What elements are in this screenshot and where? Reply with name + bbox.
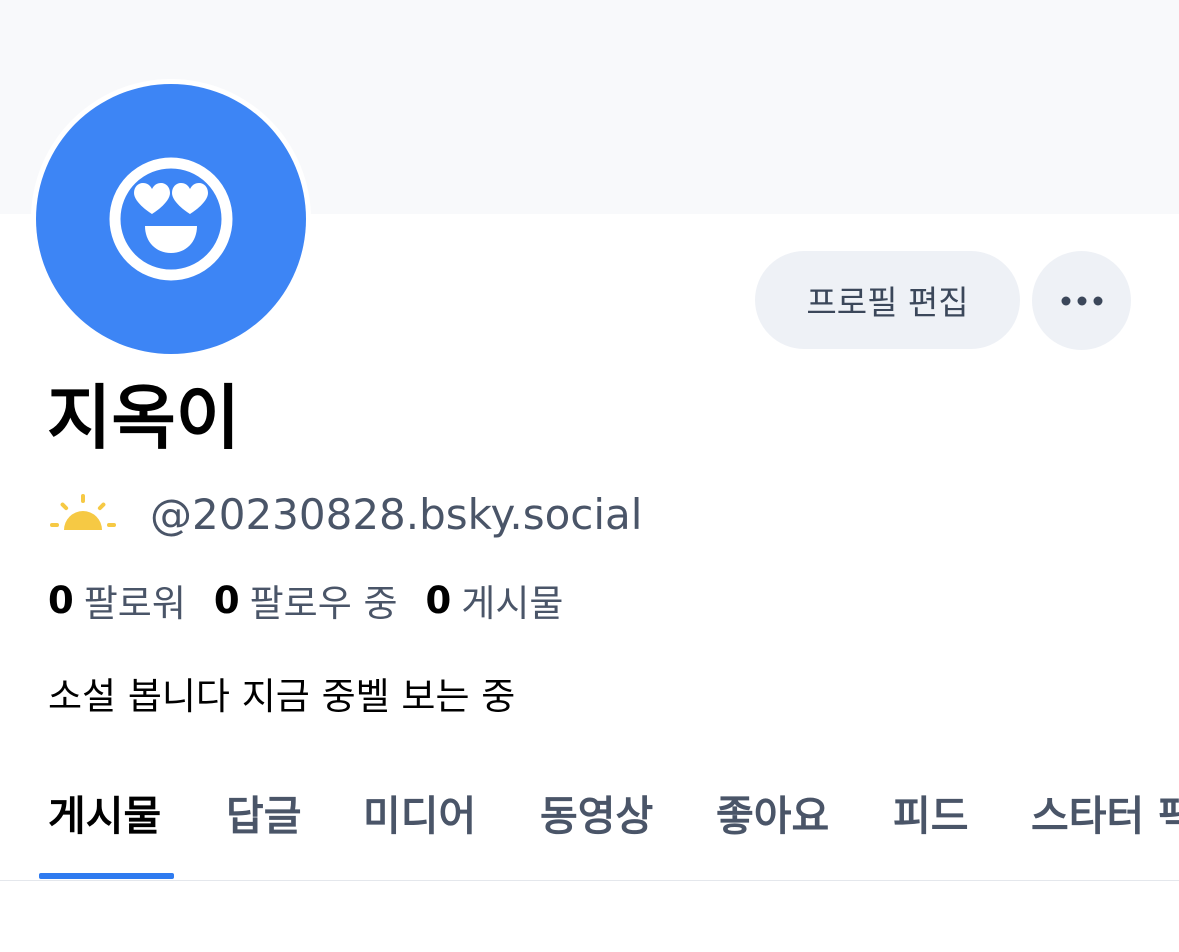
followers-stat[interactable]: 0 팔로워 (48, 573, 186, 627)
posts-count: 0 (425, 578, 452, 622)
profile-tabs: 게시물 답글 미디어 동영상 좋아요 피드 스타터 팩 (0, 760, 1179, 881)
sunrise-icon (50, 494, 116, 530)
profile-handle[interactable]: @20230828.bsky.social (150, 490, 642, 539)
tab-feeds[interactable]: 피드 (893, 782, 968, 842)
avatar-circle (36, 84, 306, 354)
following-count: 0 (213, 578, 240, 622)
tab-posts[interactable]: 게시물 (48, 782, 161, 842)
heart-eyes-smile-icon (109, 157, 233, 281)
tab-replies[interactable]: 답글 (226, 782, 301, 842)
display-name: 지옥이 (47, 377, 241, 459)
posts-label: 게시물 (461, 582, 564, 625)
followers-label: 팔로워 (83, 582, 186, 625)
tab-likes[interactable]: 좋아요 (716, 782, 829, 842)
edit-profile-label: 프로필 편집 (806, 283, 969, 322)
tab-media[interactable]: 미디어 (363, 782, 476, 842)
profile-stats: 0 팔로워 0 팔로우 중 0 게시물 (48, 574, 591, 626)
active-tab-indicator (39, 873, 174, 879)
edit-profile-button[interactable]: 프로필 편집 (755, 251, 1020, 349)
tab-starter-packs[interactable]: 스타터 팩 (1031, 782, 1179, 842)
following-label: 팔로우 중 (249, 582, 398, 625)
posts-stat: 0 게시물 (426, 573, 564, 627)
handle-row: @20230828.bsky.social (50, 486, 642, 542)
followers-count: 0 (48, 578, 74, 622)
tab-videos[interactable]: 동영상 (540, 782, 653, 842)
following-stat[interactable]: 0 팔로우 중 (214, 573, 398, 627)
avatar[interactable] (31, 79, 311, 359)
profile-page: 프로필 편집 지옥이 @20230828.bsky.social 0 팔로워 0… (0, 0, 1179, 952)
ellipsis-icon (1061, 296, 1102, 305)
more-options-button[interactable] (1032, 251, 1131, 350)
profile-bio: 소설 봅니다 지금 중벨 보는 중 (48, 675, 516, 718)
